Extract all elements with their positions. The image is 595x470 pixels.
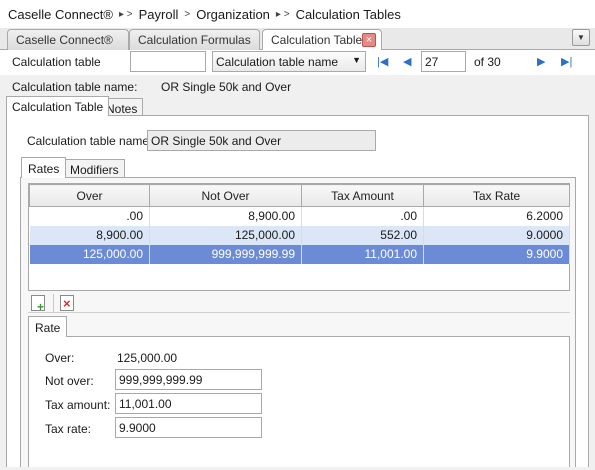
chevron-down-icon: ▼: [577, 33, 585, 42]
calculation-table-label: Calculation table: [12, 55, 101, 69]
table-row[interactable]: 8,900.00 125,000.00 552.00 9.0000: [29, 225, 570, 245]
breadcrumb-menu-separator[interactable]: ▸ >: [119, 9, 133, 20]
header-name-label: Calculation table name:: [12, 80, 138, 94]
tab-list-dropdown[interactable]: ▼: [572, 29, 590, 46]
cell-tax-rate: 9.9000: [423, 244, 570, 264]
add-row-icon[interactable]: +: [31, 295, 45, 313]
header-name-value: OR Single 50k and Over: [161, 80, 292, 94]
form-name-label: Calculation table name:: [27, 134, 153, 148]
breadcrumb-caselle-connect[interactable]: Caselle Connect®: [8, 7, 113, 22]
chevron-down-icon: ▼: [352, 55, 361, 65]
tab-label: Rate: [35, 321, 61, 335]
subtab-calculation-table[interactable]: Calculation Table: [6, 96, 110, 116]
calculation-table-name-field[interactable]: OR Single 50k and Over: [147, 130, 376, 151]
search-field-select-value: Calculation table name: [216, 55, 339, 69]
breadcrumb-menu-separator[interactable]: ▸ >: [276, 9, 290, 20]
tax-rate-field[interactable]: 9.9000: [115, 417, 262, 438]
document-tab-strip: Caselle Connect® Calculation Formulas Ca…: [0, 28, 595, 51]
tax-amount-field[interactable]: 11,001.00: [115, 393, 262, 414]
tab-modifiers[interactable]: Modifiers: [64, 159, 125, 178]
tab-caselle-connect[interactable]: Caselle Connect®: [7, 29, 129, 50]
subtab-label: Notes: [106, 102, 138, 116]
last-record-icon[interactable]: ▶|: [561, 55, 572, 68]
tab-label: Calculation Formulas: [138, 33, 251, 47]
cell-not-over: 125,000.00: [149, 225, 302, 245]
tab-calculation-tables[interactable]: Calculation Tables ×: [262, 29, 382, 51]
table-row[interactable]: .00 8,900.00 .00 6.2000: [29, 206, 570, 226]
breadcrumb-payroll[interactable]: Payroll: [139, 7, 179, 22]
breadcrumb-separator: >: [184, 8, 191, 20]
next-record-icon[interactable]: ▶: [537, 55, 545, 68]
rates-grid: Over Not Over Tax Amount Tax Rate .00 8,…: [28, 183, 570, 291]
delete-row-icon[interactable]: ×: [60, 295, 74, 311]
table-row-selected[interactable]: 125,000.00 999,999,999.99 11,001.00 9.90…: [29, 244, 570, 264]
cell-not-over: 8,900.00: [149, 206, 302, 226]
tab-label: Calculation Tables: [271, 33, 369, 47]
subtab-label: Calculation Table: [12, 100, 104, 114]
cell-tax-rate: 6.2000: [423, 206, 570, 226]
column-header-not-over[interactable]: Not Over: [149, 184, 302, 207]
column-header-over[interactable]: Over: [29, 184, 150, 207]
over-value: 125,000.00: [117, 351, 178, 365]
tab-rates[interactable]: Rates: [21, 157, 67, 178]
search-field-select[interactable]: Calculation table name ▼: [212, 51, 366, 72]
tax-rate-label: Tax rate:: [45, 422, 92, 436]
over-label: Over:: [45, 351, 75, 365]
not-over-label: Not over:: [45, 374, 94, 388]
tab-label: Modifiers: [70, 163, 119, 177]
previous-record-icon[interactable]: ◀: [403, 55, 411, 68]
tab-label: Caselle Connect®: [16, 33, 113, 47]
close-icon[interactable]: ×: [362, 33, 376, 47]
breadcrumb-calculation-tables: Calculation Tables: [295, 6, 401, 22]
tab-calculation-formulas[interactable]: Calculation Formulas: [129, 29, 260, 50]
first-record-icon[interactable]: |◀: [377, 55, 388, 68]
tab-label: Rates: [28, 162, 60, 176]
cell-tax-amount: 552.00: [301, 225, 424, 245]
record-number-input[interactable]: 27: [421, 51, 466, 72]
cell-over: .00: [29, 206, 150, 226]
cell-tax-amount: .00: [301, 206, 424, 226]
toolbar-divider: [53, 294, 54, 312]
cell-tax-rate: 9.0000: [423, 225, 570, 245]
not-over-field[interactable]: 999,999,999.99: [115, 369, 262, 390]
cell-tax-amount: 11,001.00: [301, 244, 424, 264]
column-header-tax-amount[interactable]: Tax Amount: [301, 184, 424, 207]
grid-header-row: Over Not Over Tax Amount Tax Rate: [29, 184, 570, 207]
grid-toolbar: + ×: [28, 293, 570, 313]
record-total: of 30: [474, 55, 501, 69]
calculation-table-lookup-input[interactable]: [130, 51, 206, 72]
breadcrumb: Caselle Connect® ▸ > Payroll > Organizat…: [0, 0, 595, 28]
cell-over: 8,900.00: [29, 225, 150, 245]
tab-rate[interactable]: Rate: [28, 316, 68, 337]
breadcrumb-organization[interactable]: Organization: [196, 7, 270, 22]
column-header-tax-rate[interactable]: Tax Rate: [423, 184, 570, 207]
cell-not-over: 999,999,999.99: [149, 244, 302, 264]
tax-amount-label: Tax amount:: [45, 398, 111, 412]
cell-over: 125,000.00: [29, 244, 150, 264]
